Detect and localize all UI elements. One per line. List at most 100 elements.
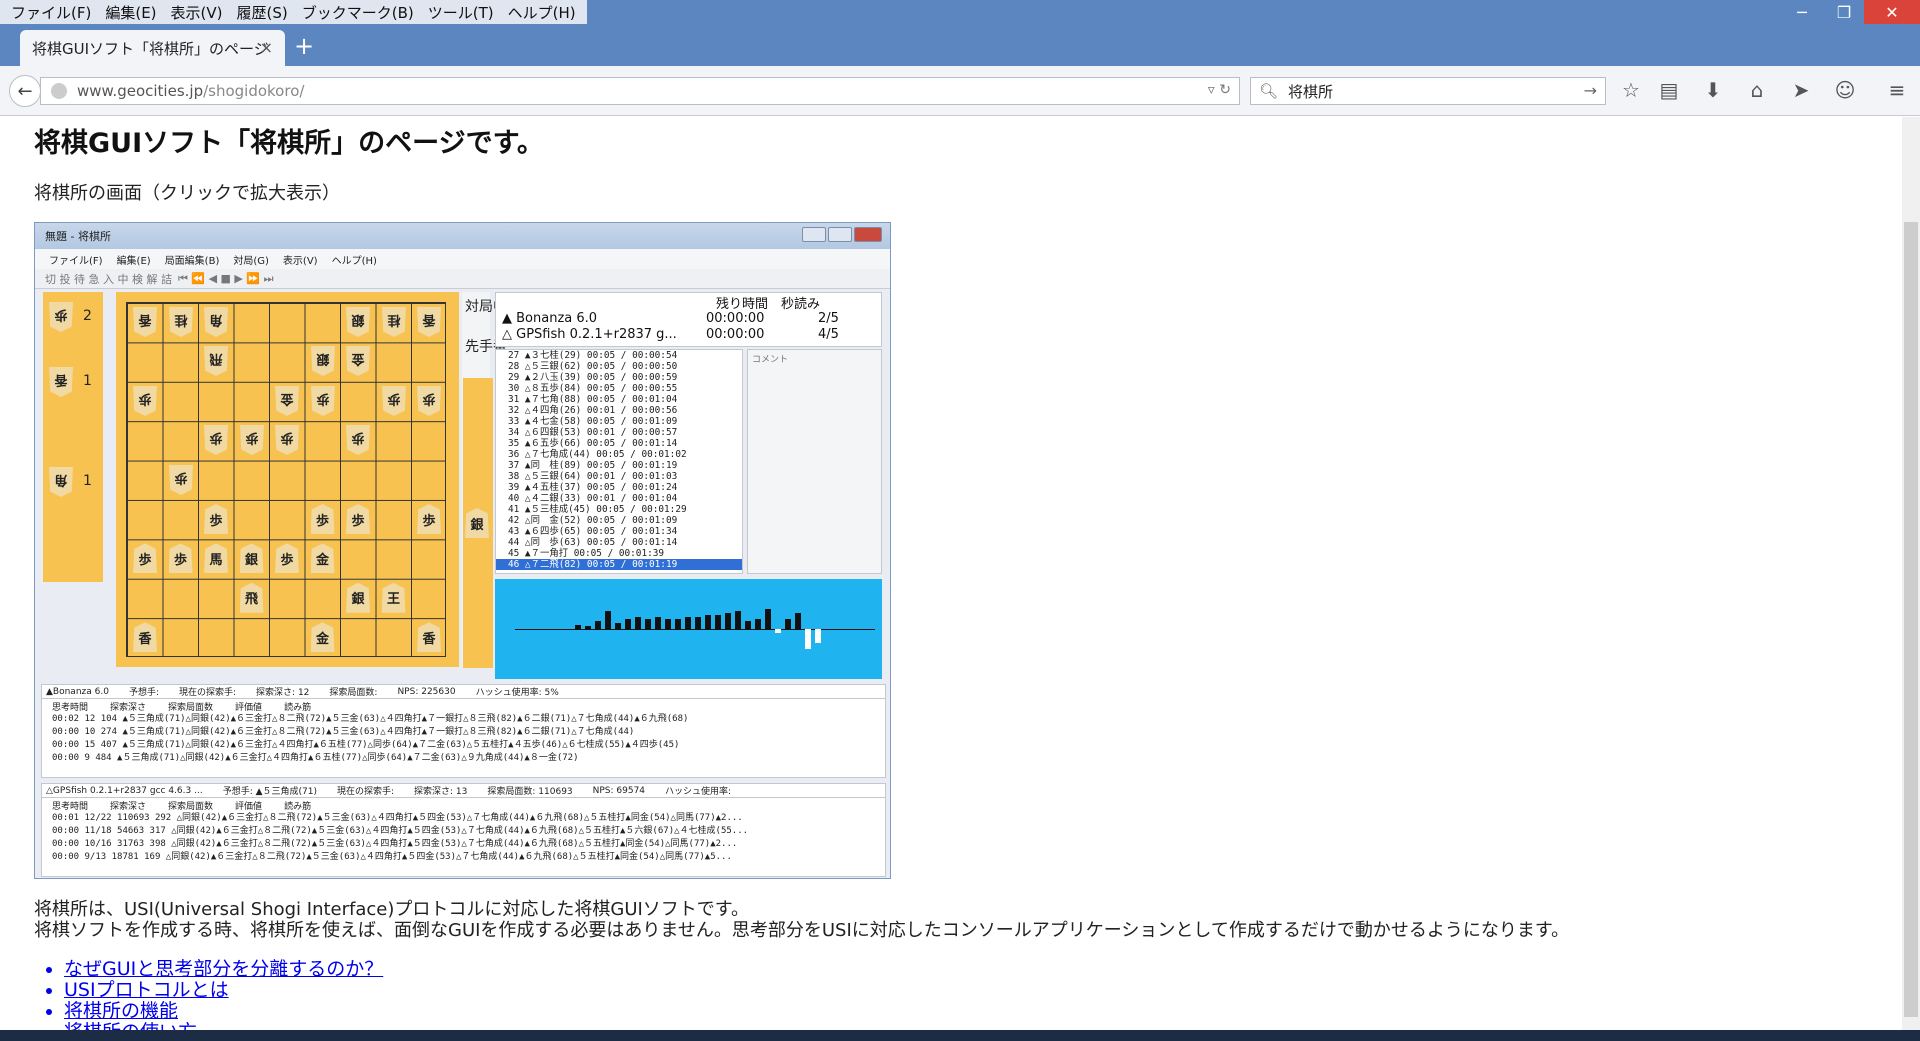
move-row[interactable]: 39 ▲４五桂(37) 00:05 / 00:01:24 <box>496 482 742 493</box>
shogi-piece[interactable]: 銀 <box>239 543 264 574</box>
move-row[interactable]: 42 △同 金(52) 00:05 / 00:01:09 <box>496 515 742 526</box>
shogi-piece[interactable]: 香 <box>417 622 441 653</box>
eval-bar <box>625 619 631 629</box>
eval-bar <box>715 615 721 629</box>
shogi-piece[interactable]: 王 <box>381 582 406 613</box>
eval-bar <box>795 613 801 629</box>
page-scrollbar[interactable] <box>1902 117 1920 1041</box>
move-row[interactable]: 46 △７二飛(82) 00:05 / 00:01:19 <box>496 559 742 570</box>
move-list[interactable]: 27 ▲３七桂(29) 00:05 / 00:00:54 28 △５三銀(62) … <box>495 349 743 574</box>
app-screenshot-image[interactable]: 無題 - 将棋所 ファイル(F) 編集(E) 局面編集(B) 対局(G) 表示(V) ヘル… <box>34 222 891 879</box>
move-row[interactable]: 40 △４二銀(33) 00:01 / 00:01:04 <box>496 493 742 504</box>
move-row[interactable]: 28 △５三銀(62) 00:05 / 00:00:50 <box>496 361 742 372</box>
shogi-piece[interactable]: 歩 <box>275 543 299 574</box>
menu-item-2[interactable]: 表示(V) <box>171 2 223 23</box>
shogi-piece[interactable]: 香 <box>417 307 441 337</box>
search-go-icon[interactable]: → <box>1584 81 1597 100</box>
move-row[interactable]: 31 ▲７七角(88) 00:05 / 00:01:04 <box>496 394 742 405</box>
shogi-board[interactable]: 香桂角銀桂香飛銀金歩金歩歩歩歩歩歩歩歩歩歩歩歩歩歩馬銀歩金飛銀王香金香 <box>116 292 459 667</box>
shogi-piece[interactable]: 飛 <box>239 582 264 613</box>
shogi-piece[interactable]: 歩 <box>346 504 370 534</box>
shogi-piece[interactable]: 飛 <box>204 346 228 376</box>
move-row[interactable]: 34 △６四銀(53) 00:01 / 00:00:57 <box>496 427 742 438</box>
tab-shogidokoro[interactable]: 将棋GUIソフト「将棋所」のページ × <box>20 30 285 66</box>
shogi-piece[interactable]: 金 <box>346 346 370 376</box>
shogi-piece[interactable]: 銀 <box>346 582 370 613</box>
search-value: 将棋所 <box>1288 82 1334 101</box>
shogi-piece[interactable]: 歩 <box>382 386 406 416</box>
move-row[interactable]: 38 △５三銀(64) 00:01 / 00:01:03 <box>496 471 742 482</box>
minimize-icon[interactable]: ─ <box>1780 0 1824 24</box>
shogi-piece[interactable]: 歩 <box>204 504 228 534</box>
shogi-piece[interactable]: 馬 <box>204 543 228 574</box>
page-link-1[interactable]: USIプロトコルとは <box>64 980 383 1001</box>
move-row[interactable]: 27 ▲３七桂(29) 00:05 / 00:00:54 <box>496 350 742 361</box>
shogi-piece[interactable]: 歩 <box>346 425 370 455</box>
shogi-piece[interactable]: 桂 <box>382 307 406 337</box>
shogi-piece[interactable]: 金 <box>275 386 299 416</box>
shogi-piece[interactable]: 銀 <box>346 307 370 337</box>
shogi-piece[interactable]: 桂 <box>169 307 193 337</box>
move-row[interactable]: 41 ▲５三桂成(45) 00:05 / 00:01:29 <box>496 504 742 515</box>
menu-item-6[interactable]: ヘルプ(H) <box>508 2 576 23</box>
time-header: 残り時間 秒読み <box>716 297 821 312</box>
scrollbar-thumb[interactable] <box>1904 222 1918 1017</box>
menu-item-0[interactable]: ファイル(F) <box>11 2 91 23</box>
shogi-piece[interactable]: 金 <box>310 622 335 653</box>
shogi-piece[interactable]: 銀 <box>311 346 335 376</box>
download-icon[interactable]: ⬇ <box>1700 78 1726 102</box>
shogi-piece[interactable]: 歩 <box>417 386 441 416</box>
menu-item-3[interactable]: 履歴(S) <box>237 2 288 23</box>
close-window-icon[interactable]: ✕ <box>1864 0 1920 24</box>
home-icon[interactable]: ⌂ <box>1744 78 1770 102</box>
chat-icon[interactable]: ☺ <box>1832 78 1858 102</box>
shogi-piece[interactable]: 歩 <box>311 386 335 416</box>
shogi-piece[interactable]: 歩 <box>240 425 264 455</box>
engine-column-header: 思考時間 <box>52 801 89 812</box>
move-row[interactable]: 35 ▲６五歩(66) 00:05 / 00:01:14 <box>496 438 742 449</box>
reload-icon[interactable]: ▿ ↻ <box>1208 82 1231 98</box>
move-row[interactable]: 32 △４四角(26) 00:01 / 00:00:56 <box>496 405 742 416</box>
site-identity-icon[interactable] <box>51 83 67 99</box>
shogi-piece[interactable]: 歩 <box>169 465 193 495</box>
move-row[interactable]: 29 ▲２八玉(39) 00:05 / 00:00:59 <box>496 372 742 383</box>
move-row[interactable]: 43 ▲６四歩(65) 00:05 / 00:01:34 <box>496 526 742 537</box>
url-bar[interactable]: www.geocities.jp/shogidokoro/ ▿ ↻ <box>40 77 1240 105</box>
shogi-piece[interactable]: 歩 <box>133 386 157 416</box>
move-row[interactable]: 36 △７七角成(44) 00:05 / 00:01:02 <box>496 449 742 460</box>
reading-list-icon[interactable]: ▤ <box>1656 78 1682 102</box>
search-input[interactable]: 🔍︎ 将棋所 → <box>1250 77 1606 105</box>
move-row[interactable]: 45 ▲７一角打 00:05 / 00:01:39 <box>496 548 742 559</box>
hamburger-menu-icon[interactable]: ≡ <box>1884 78 1910 102</box>
menu-item-1[interactable]: 編集(E) <box>105 2 156 23</box>
eval-bar <box>615 623 621 629</box>
shogi-piece[interactable]: 歩 <box>204 425 228 455</box>
menu-item-5[interactable]: ツール(T) <box>428 2 494 23</box>
evaluation-graph <box>495 579 882 679</box>
tab-close-icon[interactable]: × <box>260 38 273 57</box>
shogi-piece[interactable]: 香 <box>133 307 157 337</box>
move-row[interactable]: 30 △８五歩(84) 00:05 / 00:00:55 <box>496 383 742 394</box>
app-menu-item-3: 対局(G) <box>233 255 269 267</box>
shogi-piece[interactable]: 歩 <box>310 504 335 534</box>
new-tab-button[interactable]: + <box>294 32 314 60</box>
bookmark-star-icon[interactable]: ☆ <box>1618 78 1644 102</box>
move-row[interactable]: 44 △同 歩(63) 00:05 / 00:01:14 <box>496 537 742 548</box>
comment-box[interactable]: コメント <box>747 349 882 574</box>
shogi-piece[interactable]: 歩 <box>133 543 157 574</box>
shogi-piece[interactable]: 歩 <box>168 543 193 574</box>
move-row[interactable]: 37 ▲同 桂(89) 00:05 / 00:01:19 <box>496 460 742 471</box>
shogi-piece[interactable]: 角 <box>204 307 228 337</box>
restore-icon[interactable]: ❐ <box>1822 0 1866 24</box>
back-button[interactable]: ← <box>9 75 41 107</box>
eval-bar <box>785 619 791 629</box>
move-row[interactable]: 33 ▲４七金(58) 00:05 / 00:01:09 <box>496 416 742 427</box>
shogi-piece[interactable]: 歩 <box>417 504 441 534</box>
send-icon[interactable]: ➤ <box>1788 78 1814 102</box>
page-link-2[interactable]: 将棋所の機能 <box>64 1001 383 1022</box>
menu-item-4[interactable]: ブックマーク(B) <box>302 2 414 23</box>
page-link-0[interactable]: なぜGUIと思考部分を分離するのか？ <box>64 959 383 980</box>
shogi-piece[interactable]: 歩 <box>275 425 299 455</box>
shogi-piece[interactable]: 香 <box>133 622 157 653</box>
shogi-piece[interactable]: 金 <box>310 543 335 574</box>
